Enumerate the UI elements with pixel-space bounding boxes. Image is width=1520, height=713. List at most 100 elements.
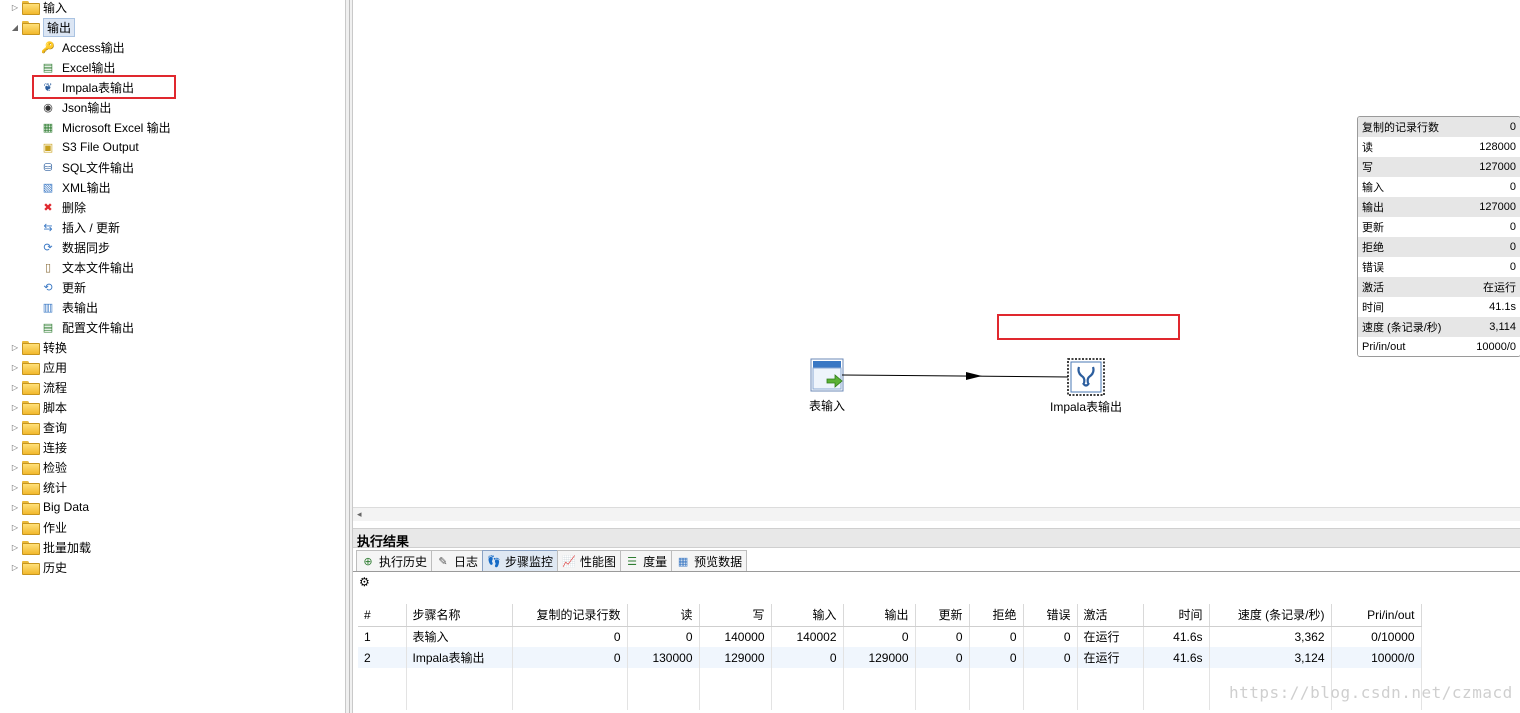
tab-label: 日志 — [454, 554, 479, 569]
step-input-label: 表输入 — [808, 399, 845, 413]
expand-arrow-icon[interactable]: ▷ — [10, 423, 20, 432]
expand-arrow-icon[interactable]: ▷ — [10, 523, 20, 532]
tab-label: 预览数据 — [694, 554, 743, 569]
expand-arrow-icon[interactable]: ▷ — [10, 543, 20, 552]
key-icon: 🔑 — [41, 41, 55, 54]
column-header[interactable]: Pri/in/out — [1331, 604, 1422, 627]
column-header[interactable]: 写 — [699, 604, 772, 627]
table-cell: 在运行 — [1077, 647, 1144, 668]
column-header[interactable]: 步骤名称 — [406, 604, 513, 627]
tab-log[interactable]: ✎ 日志 — [431, 550, 484, 571]
tree-category-input[interactable]: ▷ 输入 — [10, 0, 67, 17]
tree-item-update[interactable]: ⟲ 更新 — [40, 277, 86, 297]
transformation-canvas[interactable]: 复制的记录行数 0 读 128000 写 127000 输入 0 输出 127000 更新 0 拒绝 0 错… — [353, 0, 1520, 507]
tree-category[interactable]: ▷ 检验 — [10, 457, 67, 477]
tab-step-monitor[interactable]: 👣 步骤监控 — [482, 550, 559, 571]
step-impala-output[interactable]: Impala表输出 — [1041, 358, 1131, 415]
tree-category[interactable]: ▷ 批量加载 — [10, 537, 91, 557]
expand-arrow-icon[interactable]: ▷ — [10, 383, 20, 392]
tree-category[interactable]: ▷ 查询 — [10, 417, 67, 437]
column-header[interactable]: 激活 — [1077, 604, 1144, 627]
expand-arrow-icon[interactable]: ▷ — [10, 403, 20, 412]
step-stats-popup: 复制的记录行数 0 读 128000 写 127000 输入 0 输出 127000 更新 0 拒绝 0 错… — [1357, 116, 1520, 357]
tree-item-json[interactable]: ◉ Json输出 — [40, 97, 111, 117]
table-row[interactable]: 1 表输入 0 0 140000 140002 0 0 0 0 在运行 41.6s 3,362 0/100… — [358, 626, 1422, 647]
table-cell: 0 — [915, 626, 970, 647]
tree-item-insert-update[interactable]: ⇆ 插入 / 更新 — [40, 217, 120, 237]
table-cell — [699, 668, 772, 689]
tree-category[interactable]: ▷ 连接 — [10, 437, 67, 457]
tree-item-label: SQL文件输出 — [62, 160, 135, 175]
tree-item-sync[interactable]: ⟳ 数据同步 — [40, 237, 110, 257]
tree-item-delete[interactable]: ✖ 删除 — [40, 197, 86, 217]
stats-key: 复制的记录行数 — [1362, 122, 1439, 134]
expand-arrow-icon[interactable]: ▷ — [10, 463, 20, 472]
column-header[interactable]: 错误 — [1023, 604, 1078, 627]
column-header[interactable]: 拒绝 — [969, 604, 1024, 627]
tab-perf-chart[interactable]: 📈 性能图 — [557, 550, 622, 571]
table-row[interactable]: 2 Impala表输出 0 130000 129000 0 129000 0 0 0 在运行 41.6… — [358, 647, 1422, 668]
tree-item-text-file[interactable]: ▯ 文本文件输出 — [40, 257, 134, 277]
expand-arrow-icon[interactable]: ▷ — [10, 563, 20, 572]
column-header[interactable]: 更新 — [915, 604, 970, 627]
collapse-arrow-icon[interactable]: ◢ — [10, 23, 20, 32]
tree-item-label: 更新 — [62, 280, 87, 295]
tree-category-label: 批量加载 — [43, 540, 92, 555]
tree-item-table-output[interactable]: ▥ 表输出 — [40, 297, 98, 317]
tree-category[interactable]: ▷ 历史 — [10, 557, 67, 577]
tree-category[interactable]: ▷ Big Data — [10, 497, 89, 517]
tree-item-ms-excel[interactable]: ▦ Microsoft Excel 输出 — [40, 117, 171, 137]
column-header[interactable]: 速度 (条记录/秒) — [1209, 604, 1332, 627]
tree-category[interactable]: ▷ 转换 — [10, 337, 67, 357]
tree-category[interactable]: ▷ 应用 — [10, 357, 67, 377]
table-cell: 130000 — [627, 647, 700, 668]
tree-item-label: Json输出 — [62, 100, 112, 115]
options-icon[interactable]: ⚙ — [359, 575, 370, 589]
tree-category[interactable]: ▷ 作业 — [10, 517, 67, 537]
pane-divider[interactable] — [345, 0, 353, 713]
expand-arrow-icon[interactable]: ▷ — [10, 483, 20, 492]
table-cell: 0 — [512, 626, 628, 647]
tree-item-excel[interactable]: ▤ Excel输出 — [40, 57, 116, 77]
column-header[interactable]: 时间 — [1143, 604, 1210, 627]
expand-arrow-icon[interactable]: ▷ — [10, 343, 20, 352]
column-header[interactable]: # — [358, 604, 407, 627]
tree-category-label: 作业 — [43, 520, 68, 535]
tree-category[interactable]: ▷ 统计 — [10, 477, 67, 497]
expand-arrow-icon[interactable]: ▷ — [10, 3, 20, 12]
table-cell — [843, 668, 916, 689]
column-header[interactable]: 读 — [627, 604, 700, 627]
scroll-left-icon[interactable]: ◂ — [357, 509, 362, 520]
tree-category[interactable]: ▷ 脚本 — [10, 397, 67, 417]
column-header[interactable]: 输出 — [843, 604, 916, 627]
tab-history[interactable]: ⊕ 执行历史 — [356, 550, 433, 571]
tab-preview[interactable]: ▦ 预览数据 — [671, 550, 748, 571]
stats-row: 输入 0 — [1358, 177, 1520, 197]
hop-arrow[interactable] — [842, 368, 1072, 384]
stats-key: 激活 — [1362, 282, 1384, 294]
sync-icon: ⟳ — [43, 241, 53, 254]
tab-metrics[interactable]: ☰ 度量 — [620, 550, 673, 571]
expand-arrow-icon[interactable]: ▷ — [10, 443, 20, 452]
canvas-horizontal-scrollbar[interactable]: ◂ — [353, 507, 1520, 521]
table-cell: 0/10000 — [1331, 626, 1422, 647]
stats-key: 更新 — [1362, 222, 1384, 234]
tree-item-key[interactable]: 🔑 Access输出 — [40, 37, 125, 57]
tree-item-sql[interactable]: ⛁ SQL文件输出 — [40, 157, 134, 177]
tree-category-output[interactable]: ◢ 输出 — [10, 17, 76, 37]
folder-icon — [22, 561, 40, 575]
delete-icon: ✖ — [43, 201, 53, 214]
tree-category[interactable]: ▷ 流程 — [10, 377, 67, 397]
tree-item-xml[interactable]: ▧ XML输出 — [40, 177, 111, 197]
expand-arrow-icon[interactable]: ▷ — [10, 503, 20, 512]
stats-value: 0 — [1509, 121, 1516, 133]
expand-arrow-icon[interactable]: ▷ — [10, 363, 20, 372]
table-cell — [1077, 668, 1144, 689]
step-table-input[interactable]: 表输入 — [802, 358, 852, 414]
table-cell — [512, 668, 628, 689]
column-header[interactable]: 输入 — [771, 604, 844, 627]
folder-icon — [22, 461, 40, 475]
column-header[interactable]: 复制的记录行数 — [512, 604, 628, 627]
tree-item-s3[interactable]: ▣ S3 File Output — [40, 137, 139, 157]
tree-item-config-file[interactable]: ▤ 配置文件输出 — [40, 317, 134, 337]
